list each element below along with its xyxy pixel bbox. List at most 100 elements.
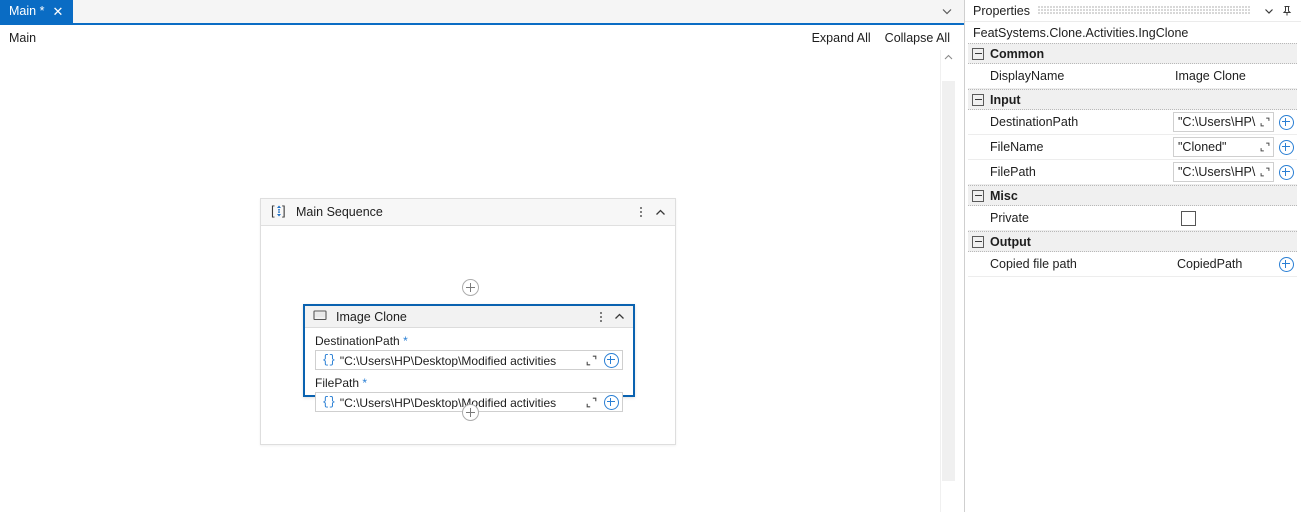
sequence-title: Main Sequence: [296, 205, 383, 219]
property-category-misc[interactable]: Misc: [968, 185, 1297, 206]
activity-header[interactable]: Image Clone: [305, 306, 633, 328]
property-row-filepath[interactable]: FilePath "C:\Users\HP\: [968, 160, 1297, 185]
property-value[interactable]: Image Clone: [1171, 64, 1297, 88]
field-label-text: DestinationPath: [315, 334, 400, 348]
plus-circle-icon[interactable]: [1275, 256, 1297, 272]
activity-title: Image Clone: [336, 309, 407, 324]
scrollbar-track[interactable]: [941, 65, 956, 512]
workflow-canvas[interactable]: [ ] Main Sequence Image Clone Destinatio…: [0, 50, 964, 512]
category-label: Common: [990, 46, 1045, 61]
destinationpath-editor[interactable]: "C:\Users\HP\: [1173, 112, 1274, 132]
chevron-down-icon[interactable]: [1261, 3, 1277, 19]
collapse-all-button[interactable]: Collapse All: [885, 31, 950, 45]
displayname-value: Image Clone: [1175, 69, 1246, 83]
plus-circle-icon[interactable]: [1275, 164, 1297, 180]
add-activity-above-icon[interactable]: [462, 279, 479, 296]
kebab-menu-icon[interactable]: [639, 207, 643, 217]
property-row-private[interactable]: Private: [968, 206, 1297, 231]
open-expression-editor-icon[interactable]: [582, 355, 600, 366]
expand-all-button[interactable]: Expand All: [812, 31, 871, 45]
property-category-output[interactable]: Output: [968, 231, 1297, 252]
collapse-box-icon[interactable]: [972, 235, 984, 248]
copied-file-path-value: CopiedPath: [1177, 257, 1243, 271]
scrollbar-thumb[interactable]: [942, 81, 955, 481]
chevron-up-icon[interactable]: [941, 50, 956, 65]
destinationpath-value: "C:\Users\HP\Desktop\Modified activities: [339, 353, 557, 367]
category-label: Input: [990, 92, 1021, 107]
activity-header-actions: [599, 310, 626, 323]
field-label-text: FilePath: [315, 376, 360, 390]
property-name: Private: [990, 211, 1029, 225]
braces-icon: {}: [322, 353, 336, 367]
open-expression-editor-icon[interactable]: [1257, 142, 1273, 152]
close-icon[interactable]: ✕: [50, 5, 65, 18]
property-value[interactable]: CopiedPath: [1171, 252, 1297, 276]
property-value[interactable]: "C:\Users\HP\: [1171, 160, 1297, 184]
chevron-up-icon[interactable]: [613, 310, 626, 323]
property-value[interactable]: "C:\Users\HP\: [1171, 110, 1297, 134]
sequence-container[interactable]: [ ] Main Sequence Image Clone Destinatio…: [260, 198, 676, 445]
field-label-destinationpath: DestinationPath *: [315, 335, 623, 347]
property-name: DestinationPath: [990, 115, 1079, 129]
chevron-down-icon[interactable]: [940, 4, 954, 18]
plus-circle-icon[interactable]: [600, 352, 622, 368]
field-label-filepath: FilePath *: [315, 377, 623, 389]
braces-icon: {}: [322, 395, 336, 409]
filepath-value: "C:\Users\HP\: [1178, 165, 1256, 179]
property-name: FileName: [990, 140, 1044, 154]
open-expression-editor-icon[interactable]: [1257, 167, 1273, 177]
properties-header: Properties: [965, 0, 1301, 22]
properties-title: Properties: [973, 3, 1030, 18]
activity-body: DestinationPath * {} "C:\Users\HP\Deskto…: [305, 328, 633, 412]
filepath-editor[interactable]: "C:\Users\HP\: [1173, 162, 1274, 182]
property-value[interactable]: "Cloned": [1171, 135, 1297, 159]
sequence-body: Image Clone DestinationPath * {} "C:\Use…: [261, 226, 675, 444]
svg-text:]: ]: [282, 203, 286, 218]
breadcrumb-actions: Expand All Collapse All: [812, 31, 956, 45]
property-category-input[interactable]: Input: [968, 89, 1297, 110]
property-value[interactable]: [1171, 206, 1297, 230]
destinationpath-value: "C:\Users\HP\: [1178, 115, 1256, 129]
add-activity-below-icon[interactable]: [462, 404, 479, 421]
pin-icon[interactable]: [1279, 3, 1295, 19]
tab-label: Main *: [9, 4, 45, 19]
image-icon: [313, 308, 327, 325]
breadcrumb[interactable]: Main: [9, 31, 36, 45]
property-name: FilePath: [990, 165, 1036, 179]
properties-pane: Properties FeatSystems.Clone.Activities.…: [964, 0, 1301, 512]
collapse-box-icon[interactable]: [972, 93, 984, 106]
property-row-destinationpath[interactable]: DestinationPath "C:\Users\HP\: [968, 110, 1297, 135]
destinationpath-expression-field[interactable]: {} "C:\Users\HP\Desktop\Modified activit…: [315, 350, 623, 370]
sequence-header[interactable]: [ ] Main Sequence: [261, 199, 675, 226]
panel-drag-grip[interactable]: [1037, 6, 1251, 15]
property-row-displayname[interactable]: DisplayName Image Clone: [968, 64, 1297, 89]
collapse-box-icon[interactable]: [972, 189, 984, 202]
activity-image-clone[interactable]: Image Clone DestinationPath * {} "C:\Use…: [303, 304, 635, 412]
filepath-value: "C:\Users\HP\Desktop\Modified activities: [339, 395, 557, 409]
canvas-vertical-scrollbar[interactable]: [940, 50, 956, 512]
uipath-studio-window: Main * ✕ Main Expand All Collapse All […: [0, 0, 1301, 512]
kebab-menu-icon[interactable]: [599, 311, 603, 322]
required-marker: *: [403, 334, 408, 348]
plus-circle-icon[interactable]: [1275, 139, 1297, 155]
property-row-copied-file-path[interactable]: Copied file path CopiedPath: [968, 252, 1297, 277]
private-checkbox[interactable]: [1181, 210, 1196, 226]
tab-main[interactable]: Main * ✕: [0, 0, 74, 23]
properties-class-name: FeatSystems.Clone.Activities.IngClone: [965, 22, 1301, 43]
open-expression-editor-icon[interactable]: [1257, 117, 1273, 127]
property-name: Copied file path: [990, 257, 1077, 271]
open-expression-editor-icon[interactable]: [582, 397, 600, 408]
plus-circle-icon[interactable]: [1275, 114, 1297, 130]
collapse-box-icon[interactable]: [972, 47, 984, 60]
filename-editor[interactable]: "Cloned": [1173, 137, 1274, 157]
category-label: Output: [990, 234, 1031, 249]
property-row-filename[interactable]: FileName "Cloned": [968, 135, 1297, 160]
required-marker: *: [362, 376, 368, 390]
property-category-common[interactable]: Common: [968, 43, 1297, 64]
property-name: DisplayName: [990, 69, 1065, 83]
plus-circle-icon[interactable]: [600, 394, 622, 410]
designer-pane: Main * ✕ Main Expand All Collapse All […: [0, 0, 964, 512]
sequence-header-actions: [639, 206, 667, 219]
chevron-up-icon[interactable]: [654, 206, 667, 219]
copied-file-path-editor[interactable]: CopiedPath: [1173, 254, 1274, 274]
